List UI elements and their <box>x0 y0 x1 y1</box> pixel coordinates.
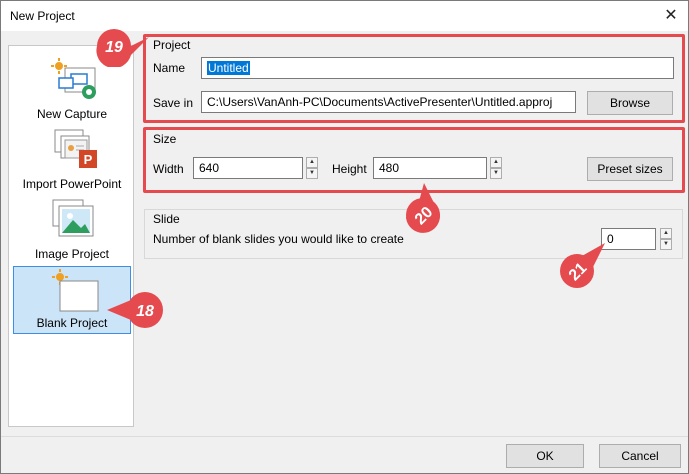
sidebar-item-label: New Capture <box>36 107 108 121</box>
spin-down-icon[interactable]: ▼ <box>660 239 672 250</box>
window-title: New Project <box>10 9 75 23</box>
sidebar-item-label: Import PowerPoint <box>22 177 122 191</box>
callout-number: 19 <box>105 39 123 56</box>
import-powerpoint-icon: P <box>54 129 97 168</box>
spin-up-icon[interactable]: ▲ <box>660 228 672 239</box>
sidebar-item-label: Image Project <box>34 247 110 261</box>
blank-slides-label: Number of blank slides you would like to… <box>153 232 404 246</box>
callout-20: 20 <box>406 183 440 233</box>
ok-button[interactable]: OK <box>506 444 584 468</box>
new-project-dialog: New Project ✕ New Capture P Import Power… <box>0 0 689 474</box>
blank-slides-spinner[interactable]: ▲ ▼ <box>660 228 672 250</box>
svg-text:P: P <box>84 152 93 167</box>
cancel-button[interactable]: Cancel <box>599 444 681 468</box>
sidebar-item-image-project[interactable]: Image Project <box>13 196 131 264</box>
blank-project-icon <box>52 269 99 312</box>
image-project-icon <box>52 199 94 237</box>
callout-18: 18 <box>107 292 163 328</box>
footer-divider <box>1 436 688 437</box>
project-type-list: New Capture P Import PowerPoint Image Pr… <box>8 45 134 427</box>
close-icon[interactable]: ✕ <box>660 5 682 27</box>
callout-21: 21 <box>560 243 605 288</box>
callout-number: 18 <box>136 303 154 320</box>
slide-group-title: Slide <box>153 212 180 226</box>
highlight-project <box>143 34 685 123</box>
sidebar-item-import-powerpoint[interactable]: P Import PowerPoint <box>13 126 131 194</box>
new-capture-icon <box>51 58 96 99</box>
callout-19: 19 <box>96 29 149 67</box>
